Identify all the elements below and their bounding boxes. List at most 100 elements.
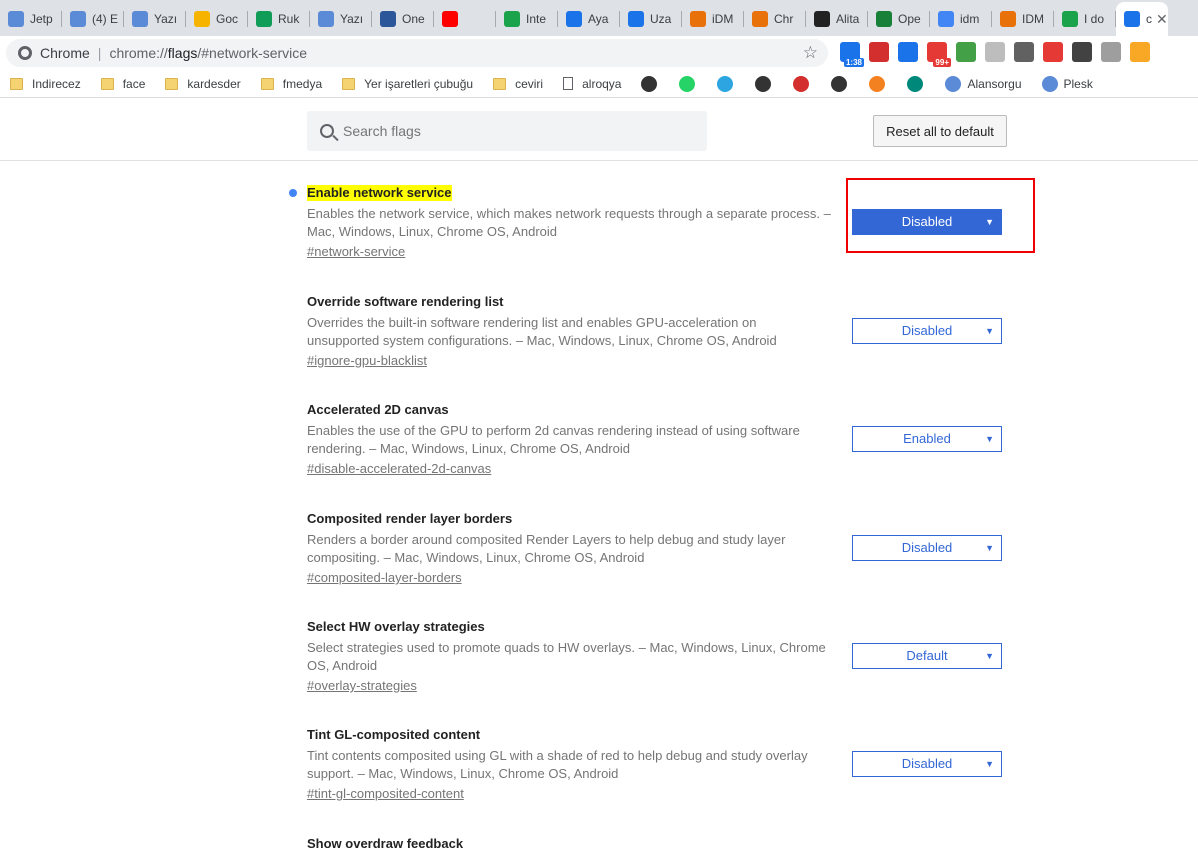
close-icon[interactable]: ✕	[1156, 11, 1168, 28]
flag-state-select[interactable]: Disabled ▼	[852, 535, 1002, 561]
tab-8[interactable]: Inte	[496, 2, 558, 36]
caret-down-icon: ▼	[985, 759, 994, 769]
extension-icon[interactable]	[869, 42, 889, 62]
tab-3[interactable]: Goc	[186, 2, 248, 36]
tab-active-label: c	[1146, 12, 1152, 26]
extension-icon[interactable]	[1130, 42, 1150, 62]
extension-icon[interactable]: 1:38	[840, 42, 864, 67]
bookmark-label: alroqya	[582, 76, 622, 91]
flag-state-value: Default	[906, 648, 948, 663]
tab-9[interactable]: Aya	[558, 2, 620, 36]
flag-permalink[interactable]: #disable-accelerated-2d-canvas	[307, 460, 491, 478]
flag-permalink[interactable]: #composited-layer-borders	[307, 569, 462, 587]
tab-11[interactable]: iDM	[682, 2, 744, 36]
bookmark-item[interactable]: fmedya	[260, 77, 322, 91]
tab-favicon-icon	[318, 11, 334, 27]
flag-state-select[interactable]: Disabled ▼	[852, 318, 1002, 344]
extension-badge: 1:38	[843, 58, 864, 67]
extension-icon[interactable]	[956, 42, 976, 62]
extension-icon[interactable]	[1072, 42, 1092, 62]
flag-state-select[interactable]: Enabled ▼	[852, 426, 1002, 452]
tab-label: Alita	[836, 12, 860, 26]
extension-icon[interactable]: 99+	[927, 42, 951, 67]
tab-15[interactable]: idm	[930, 2, 992, 36]
tab-label: Yazı	[340, 12, 364, 26]
extension-badge: 99+	[933, 58, 951, 67]
chrome-icon	[18, 46, 32, 60]
folder-icon	[100, 77, 114, 90]
flag-title: Select HW overlay strategies	[307, 619, 485, 634]
bookmark-label: Alansorgu	[967, 76, 1022, 91]
tab-active[interactable]: c ✕	[1116, 2, 1168, 36]
bookmark-item[interactable]: Yer işaretleri çubuğu	[342, 77, 473, 91]
bookmark-item[interactable]	[717, 75, 739, 92]
flag-permalink[interactable]: #network-service	[307, 243, 405, 261]
flag-state-select[interactable]: Default ▼	[852, 643, 1002, 669]
tab-7[interactable]	[434, 2, 496, 36]
tab-label: Uza	[650, 12, 672, 26]
extension-icon[interactable]	[1101, 42, 1121, 62]
tab-16[interactable]: IDM	[992, 2, 1054, 36]
bookmark-item[interactable]	[907, 75, 929, 92]
bookmark-item[interactable]	[831, 75, 853, 92]
bookmark-item[interactable]: kardesder	[165, 77, 241, 91]
tab-12[interactable]: Chr	[744, 2, 806, 36]
reset-all-button[interactable]: Reset all to default	[873, 115, 1007, 147]
flask-icon	[1124, 11, 1140, 27]
bookmark-item[interactable]: ceviri	[493, 77, 543, 91]
tab-13[interactable]: Alita	[806, 2, 868, 36]
bookmark-item[interactable]: face	[100, 77, 145, 91]
caret-down-icon: ▼	[985, 434, 994, 444]
caret-down-icon: ▼	[985, 326, 994, 336]
tab-favicon-icon	[566, 11, 582, 27]
flag-permalink[interactable]: #tint-gl-composited-content	[307, 785, 464, 803]
search-input[interactable]	[343, 123, 683, 139]
tab-label: IDM	[1022, 12, 1044, 26]
tab-label: I do	[1084, 12, 1105, 26]
page-icon	[563, 77, 574, 90]
bookmark-item[interactable]: Plesk	[1041, 75, 1093, 92]
bookmark-item[interactable]	[679, 75, 701, 92]
flag-description: Tint contents composited using GL with a…	[307, 748, 808, 781]
bookmark-item[interactable]	[869, 75, 891, 92]
bookmark-item[interactable]: alroqya	[563, 77, 621, 91]
bookmark-item[interactable]	[641, 75, 663, 92]
address-bar[interactable]: Chrome | chrome://flags/#network-service…	[6, 39, 828, 67]
extension-icon[interactable]	[1043, 42, 1063, 62]
tab-0[interactable]: Jetp	[0, 2, 62, 36]
tab-6[interactable]: One	[372, 2, 434, 36]
flag-title: Override software rendering list	[307, 294, 504, 309]
bookmark-favicon-icon	[1041, 75, 1058, 92]
extensions-row: 1:38 99+	[840, 42, 1150, 67]
bookmark-favicon-icon	[907, 75, 924, 92]
flag-description: Overrides the built-in software renderin…	[307, 315, 777, 348]
tab-1[interactable]: (4) E	[62, 2, 124, 36]
extension-icon[interactable]	[1014, 42, 1034, 62]
site-label: Chrome	[40, 45, 90, 61]
bookmark-item[interactable]: Alansorgu	[945, 75, 1022, 92]
bookmark-favicon-icon	[755, 75, 772, 92]
tab-4[interactable]: Ruk	[248, 2, 310, 36]
tab-favicon-icon	[8, 11, 24, 27]
tab-favicon-icon	[132, 11, 148, 27]
flag-title: Enable network service	[307, 185, 452, 201]
star-icon[interactable]: ☆	[803, 43, 818, 63]
flag-permalink[interactable]: #overlay-strategies	[307, 677, 417, 695]
tab-favicon-icon	[814, 11, 830, 27]
tab-17[interactable]: I do	[1054, 2, 1116, 36]
tab-5[interactable]: Yazı	[310, 2, 372, 36]
search-box[interactable]	[307, 111, 707, 151]
extension-icon[interactable]	[898, 42, 918, 62]
bookmark-item[interactable]	[755, 75, 777, 92]
bookmark-item[interactable]: Indirecez	[10, 77, 81, 91]
flag-permalink[interactable]: #ignore-gpu-blacklist	[307, 352, 427, 370]
flag-state-select[interactable]: Disabled ▼	[852, 751, 1002, 777]
bookmark-item[interactable]	[793, 75, 815, 92]
tab-10[interactable]: Uza	[620, 2, 682, 36]
tab-14[interactable]: Ope	[868, 2, 930, 36]
tab-2[interactable]: Yazı	[124, 2, 186, 36]
url-text[interactable]: chrome://flags/#network-service	[109, 45, 307, 61]
extension-icon[interactable]	[985, 42, 1005, 62]
flag-title: Show overdraw feedback	[307, 836, 464, 851]
folder-icon	[260, 77, 274, 90]
